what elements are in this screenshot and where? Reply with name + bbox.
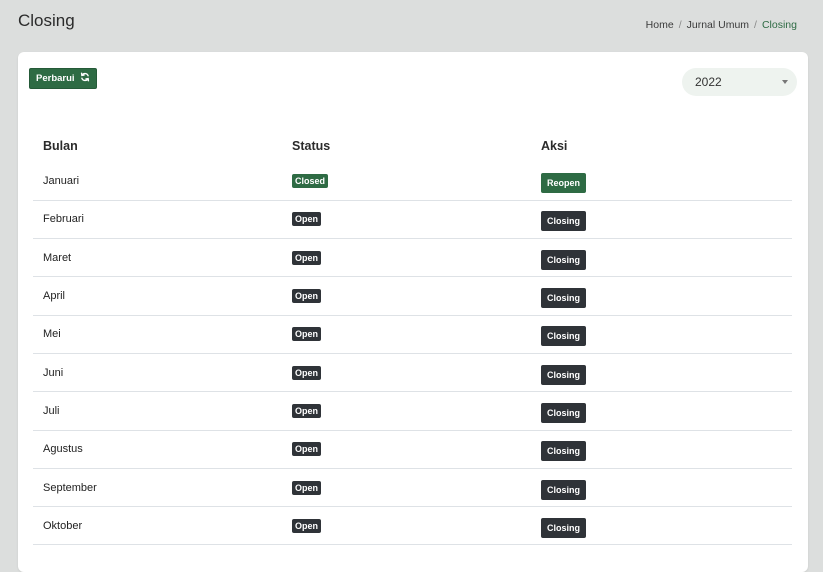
closing-table: Bulan Status Aksi Januari Closed Reopen Feb… xyxy=(33,130,792,546)
action-cell: Reopen xyxy=(531,162,792,200)
column-header-bulan: Bulan xyxy=(43,139,78,153)
month-cell: Oktober xyxy=(33,506,282,546)
status-cell: Open xyxy=(282,467,531,507)
status-cell: Open xyxy=(282,314,531,354)
action-cell: Closing xyxy=(531,276,792,316)
action-cell: Closing xyxy=(531,506,792,546)
refresh-button[interactable]: Perbarui xyxy=(29,68,97,89)
year-select-value: 2022 xyxy=(695,75,722,89)
breadcrumb-separator: / xyxy=(678,19,682,31)
closing-button[interactable]: Closing xyxy=(541,211,586,232)
breadcrumb-separator: / xyxy=(754,19,757,31)
status-badge: Open xyxy=(292,403,322,418)
month-cell: Januari xyxy=(43,174,80,187)
action-cell: Closing xyxy=(531,314,792,354)
action-cell: Closing xyxy=(531,238,792,277)
year-select[interactable]: 2022 xyxy=(682,68,797,96)
closing-button[interactable]: Closing xyxy=(541,364,586,385)
month-cell: April xyxy=(33,276,282,316)
table-row: Januari Closed Reopen xyxy=(33,162,792,200)
status-badge: Open xyxy=(292,250,322,265)
status-cell: Closed xyxy=(282,162,531,200)
breadcrumb-jurnal-umum[interactable]: Jurnal Umum xyxy=(687,19,749,31)
sync-icon xyxy=(80,72,90,85)
table-row: Mei Open Closing xyxy=(33,314,792,354)
month-cell: Agustus xyxy=(33,429,282,469)
table-row: April Open Closing xyxy=(33,276,792,316)
action-cell: Closing xyxy=(531,467,792,507)
month-cell: Mei xyxy=(33,314,282,354)
status-badge: Open xyxy=(292,518,322,533)
table-row: Agustus Open Closing xyxy=(33,429,792,469)
closing-button[interactable]: Closing xyxy=(541,517,586,538)
action-cell: Closing xyxy=(531,352,792,392)
month-cell: September xyxy=(33,467,282,507)
action-cell: Closing xyxy=(531,391,792,431)
table-row: Juli Open Closing xyxy=(33,391,792,431)
breadcrumb: Home / Jurnal Umum / Closing xyxy=(646,19,797,31)
closing-button[interactable]: Closing xyxy=(541,249,586,270)
table-row: Oktober Open Closing xyxy=(33,506,792,546)
breadcrumb-current: Closing xyxy=(761,19,797,31)
status-cell: Open xyxy=(282,352,531,392)
status-badge: Open xyxy=(292,365,322,380)
table-header-row: Bulan Status Aksi xyxy=(33,130,792,162)
closing-card: Perbarui 2022 Bulan Status Aksi Januari C… xyxy=(18,52,808,572)
month-cell: Juni xyxy=(33,352,282,392)
month-cell: Juli xyxy=(33,391,282,431)
closing-button[interactable]: Closing xyxy=(541,288,586,309)
status-badge: Open xyxy=(292,212,322,227)
table-row: September Open Closing xyxy=(33,467,792,507)
reopen-button[interactable]: Reopen xyxy=(541,172,587,193)
closing-button[interactable]: Closing xyxy=(541,441,586,462)
action-cell: Closing xyxy=(531,199,792,239)
status-badge: Open xyxy=(292,289,322,304)
closing-button[interactable]: Closing xyxy=(541,402,586,423)
status-cell: Open xyxy=(282,429,531,469)
status-cell: Open xyxy=(282,391,531,431)
status-badge: Open xyxy=(292,480,322,495)
chevron-down-icon xyxy=(782,80,788,84)
status-cell: Open xyxy=(282,506,531,546)
closing-button[interactable]: Closing xyxy=(541,479,586,500)
status-badge: Open xyxy=(292,327,322,342)
status-cell: Open xyxy=(282,199,531,239)
status-badge: Open xyxy=(292,442,322,457)
status-cell: Open xyxy=(282,238,531,277)
page-title: Closing xyxy=(18,11,75,30)
column-header-status: Status xyxy=(292,139,331,153)
action-cell: Closing xyxy=(531,429,792,469)
table-row: Maret Open Closing xyxy=(33,238,792,277)
status-badge: Closed xyxy=(292,173,329,188)
status-cell: Open xyxy=(282,276,531,316)
table-row: Februari Open Closing xyxy=(33,199,792,239)
refresh-button-label: Perbarui xyxy=(36,73,75,84)
table-row: Juni Open Closing xyxy=(33,352,792,392)
closing-button[interactable]: Closing xyxy=(541,326,586,347)
breadcrumb-home[interactable]: Home xyxy=(646,19,674,31)
month-cell: Februari xyxy=(33,199,282,239)
column-header-aksi: Aksi xyxy=(541,139,568,153)
month-cell: Maret xyxy=(33,238,282,277)
